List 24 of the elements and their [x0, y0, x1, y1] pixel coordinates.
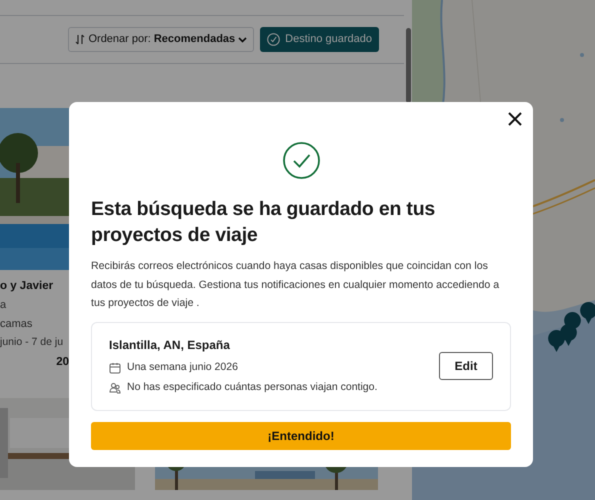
- chevron-down-icon: [238, 36, 248, 42]
- listing-dates: junio - 7 de ju: [0, 335, 64, 350]
- check-circle-icon: [282, 142, 320, 179]
- check-circle-icon: [267, 33, 280, 46]
- close-icon[interactable]: [508, 112, 522, 126]
- listing-beds: camas: [0, 317, 34, 332]
- calendar-icon: [109, 362, 121, 374]
- listing-title: o y Javier: [0, 279, 54, 294]
- people-icon: [109, 382, 121, 394]
- dialog-message: Recibirás correos electrónicos cuando haya casas disponibles que coincidan con los datos de tu búsqueda. Gestiona tus notificaciones en cualquier momento accediendo a tus proyectos de viaje .: [91, 259, 500, 311]
- guests-text: No has especificado cuántas personas viajan contigo.: [127, 380, 378, 395]
- location-text: Islantilla, AN, España: [109, 337, 231, 354]
- dates-text: Una semana junio 2026: [127, 360, 238, 376]
- listing-type: a: [0, 298, 8, 313]
- edit-button[interactable]: Edit: [439, 352, 493, 380]
- confirm-button[interactable]: ¡Entendido!: [91, 422, 511, 450]
- map-pin-icon[interactable]: [580, 302, 595, 324]
- map-pin-icon[interactable]: [548, 330, 565, 352]
- saved-destination-button[interactable]: Destino guardado: [260, 27, 379, 52]
- scrollbar-thumb[interactable]: [406, 28, 410, 103]
- dialog-title: Esta búsqueda se ha guardado en tus proyectos de viaje: [91, 197, 436, 248]
- sort-icon: [75, 34, 86, 45]
- sort-dropdown[interactable]: Ordenar por: Recomendadas: [68, 27, 254, 52]
- listing-price: 20: [56, 355, 69, 370]
